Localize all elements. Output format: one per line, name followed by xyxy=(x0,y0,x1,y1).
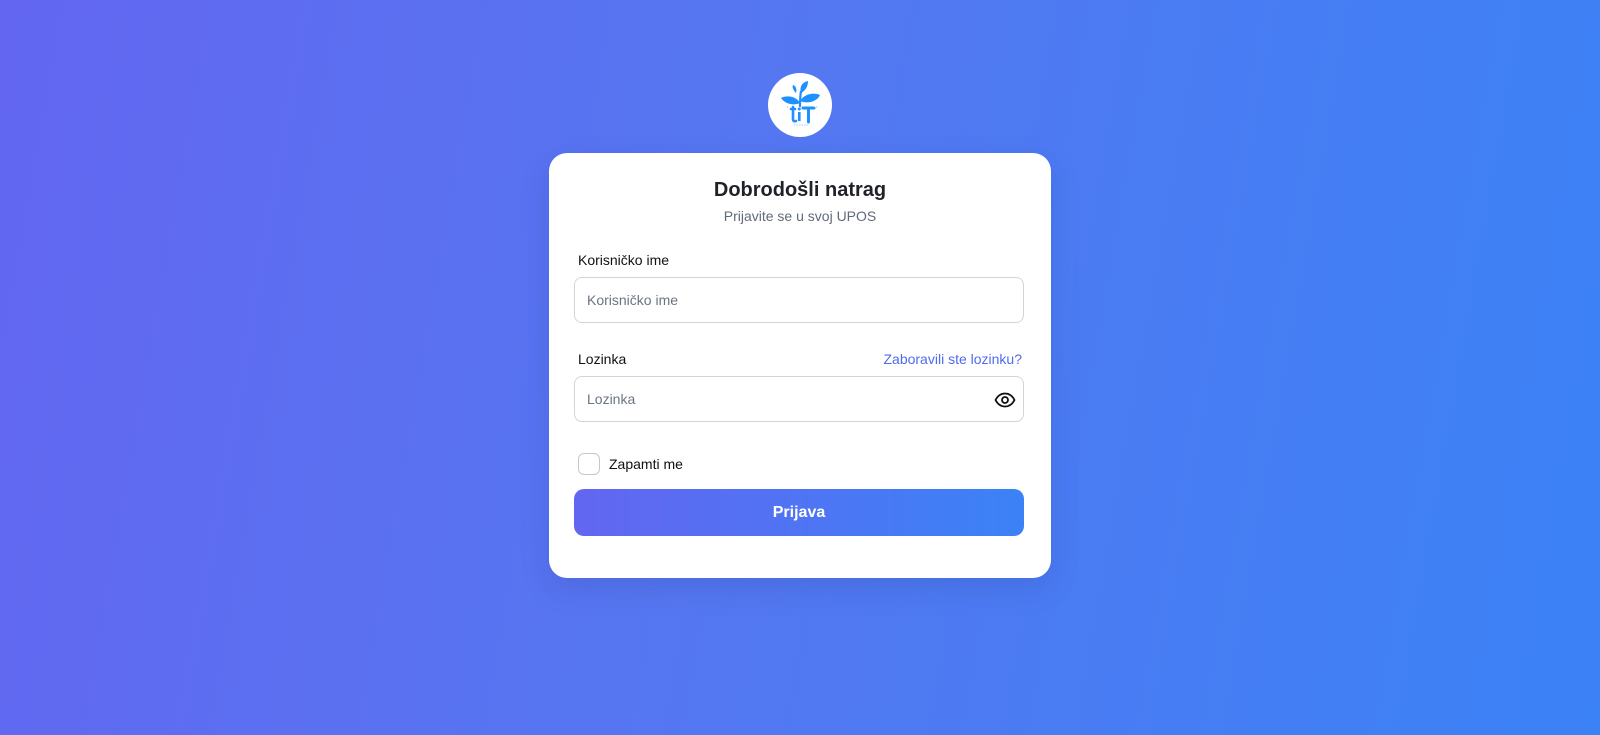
password-input[interactable] xyxy=(575,377,1023,421)
username-label: Korisničko ime xyxy=(578,252,670,268)
plant-logo-icon xyxy=(781,81,820,126)
app-logo xyxy=(768,73,832,137)
remember-me-row[interactable]: Zapamti me xyxy=(578,453,683,475)
username-field-wrapper xyxy=(574,277,1024,323)
login-subtitle: Prijavite se u svoj UPOS xyxy=(723,208,877,224)
password-label: Lozinka xyxy=(578,351,627,367)
password-field-wrapper xyxy=(574,376,1024,422)
login-title: Dobrodošli natrag xyxy=(713,179,887,201)
remember-me-label: Zapamti me xyxy=(609,456,683,472)
eye-icon[interactable] xyxy=(993,389,1017,411)
username-input[interactable] xyxy=(575,278,1023,322)
remember-me-checkbox[interactable] xyxy=(578,453,600,475)
login-card: Dobrodošli natrag Prijavite se u svoj UP… xyxy=(549,153,1051,578)
login-button[interactable]: Prijava xyxy=(574,489,1024,536)
forgot-password-link[interactable]: Zaboravili ste lozinku? xyxy=(883,351,1022,367)
